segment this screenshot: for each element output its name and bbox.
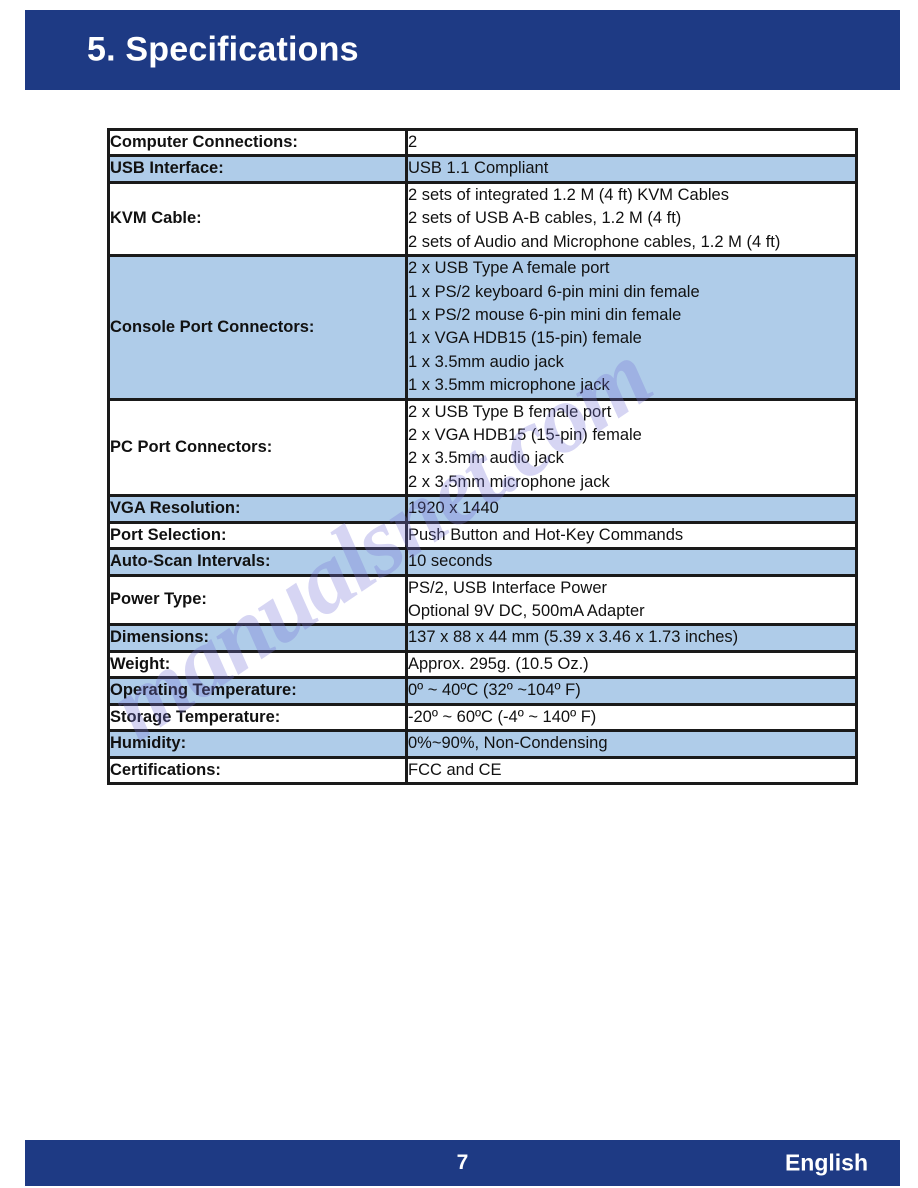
table-row: VGA Resolution: 1920 x 1440 [107, 494, 858, 524]
table-row: KVM Cable: 2 sets of integrated 1.2 M (4 … [107, 180, 858, 258]
table-row: Weight: Approx. 295g. (10.5 Oz.) [107, 649, 858, 680]
table-row: USB Interface: USB 1.1 Compliant [107, 154, 858, 184]
page-header-bar: 5. Specifications [25, 10, 900, 90]
spec-value-cell: 0º ~ 40ºC (32º ~104º F) [405, 676, 858, 706]
spec-label-cell: Computer Connections: [107, 127, 408, 158]
spec-label-cell: Humidity: [107, 729, 408, 759]
table-row: Computer Connections: 2 [107, 127, 858, 158]
specifications-table-body: Computer Connections: 2 USB Interface: USB … [107, 127, 858, 785]
spec-label-cell: Dimensions: [107, 623, 408, 653]
spec-value-cell: 0%~90%, Non-Condensing [405, 729, 858, 759]
spec-label-cell: VGA Resolution: [107, 494, 408, 524]
table-row: Power Type: PS/2, USB Interface Power Opti… [107, 573, 858, 627]
table-row: Storage Temperature: -20º ~ 60ºC (-4º ~ 1… [107, 702, 858, 733]
table-row: Operating Temperature: 0º ~ 40ºC (32º ~10… [107, 676, 858, 706]
footer-language-label: English [784, 1149, 868, 1176]
spec-label-cell: PC Port Connectors: [107, 397, 408, 498]
spec-label-cell: Port Selection: [107, 520, 408, 551]
spec-value-cell: 137 x 88 x 44 mm (5.39 x 3.46 x 1.73 inc… [405, 623, 858, 653]
spec-value-cell: 2 x USB Type B female port 2 x VGA HDB15 … [405, 397, 858, 498]
spec-value-cell: FCC and CE [405, 755, 858, 785]
spec-value-cell: 2 sets of integrated 1.2 M (4 ft) KVM Ca… [405, 180, 858, 258]
spec-label-cell: USB Interface: [107, 154, 408, 184]
table-row: Auto-Scan Intervals: 10 seconds [107, 547, 858, 577]
table-row: PC Port Connectors: 2 x USB Type B female… [107, 397, 858, 498]
spec-value-cell: Approx. 295g. (10.5 Oz.) [405, 649, 858, 680]
spec-label-cell: Certifications: [107, 755, 408, 785]
table-row: Port Selection: Push Button and Hot-Key C… [107, 520, 858, 551]
table-row: Dimensions: 137 x 88 x 44 mm (5.39 x 3.46… [107, 623, 858, 653]
spec-value-cell: USB 1.1 Compliant [405, 154, 858, 184]
spec-label-cell: KVM Cable: [107, 180, 408, 258]
table-row: Console Port Connectors: 2 x USB Type A f… [107, 254, 858, 401]
spec-label-cell: Storage Temperature: [107, 702, 408, 733]
footer-page-number: 7 [456, 1151, 469, 1174]
spec-value-cell: Push Button and Hot-Key Commands [405, 520, 858, 551]
table-row: Certifications: FCC and CE [107, 755, 858, 785]
spec-value-cell: -20º ~ 60ºC (-4º ~ 140º F) [405, 702, 858, 733]
page-footer-bar: 7 English [25, 1140, 900, 1186]
specifications-table: Computer Connections: 2 USB Interface: USB … [107, 127, 858, 785]
spec-value-cell: 10 seconds [405, 547, 858, 577]
spec-label-cell: Console Port Connectors: [107, 254, 408, 401]
spec-value-cell: 2 [405, 127, 858, 158]
spec-value-cell: 1920 x 1440 [405, 494, 858, 524]
spec-label-cell: Operating Temperature: [107, 676, 408, 706]
spec-value-cell: 2 x USB Type A female port 1 x PS/2 keybo… [405, 254, 858, 401]
page-title: 5. Specifications [87, 30, 359, 69]
spec-value-cell: PS/2, USB Interface Power Optional 9V DC,… [405, 573, 858, 627]
spec-label-cell: Auto-Scan Intervals: [107, 547, 408, 577]
table-row: Humidity: 0%~90%, Non-Condensing [107, 729, 858, 759]
specifications-table-container: Computer Connections: 2 USB Interface: USB … [107, 127, 858, 785]
spec-label-cell: Weight: [107, 649, 408, 680]
spec-label-cell: Power Type: [107, 573, 408, 627]
